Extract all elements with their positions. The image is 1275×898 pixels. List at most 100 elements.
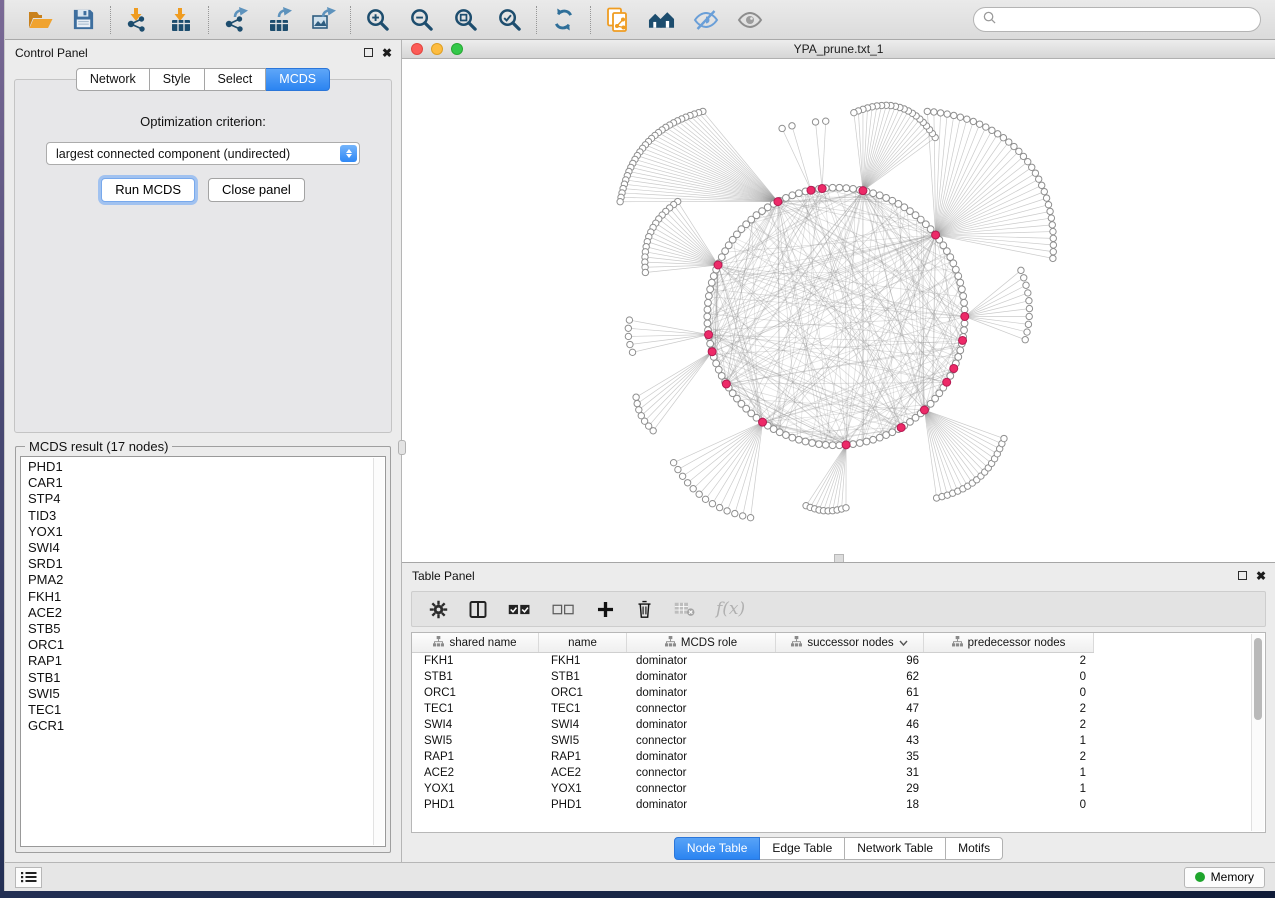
maximize-window-icon[interactable] <box>451 43 463 55</box>
mcds-result-item[interactable]: TEC1 <box>28 702 371 718</box>
minimize-window-icon[interactable] <box>431 43 443 55</box>
close-panel-button[interactable]: Close panel <box>208 178 305 202</box>
mcds-result-item[interactable]: GCR1 <box>28 718 371 734</box>
export-network-icon[interactable] <box>222 6 249 33</box>
optimization-label: Optimization criterion: <box>15 114 391 129</box>
hide-graphics-icon[interactable] <box>692 6 719 33</box>
tab-mcds[interactable]: MCDS <box>266 68 330 91</box>
table-cell: dominator <box>627 687 776 699</box>
tab-network-table[interactable]: Network Table <box>845 837 946 860</box>
table-row[interactable]: STB1STB1dominator620 <box>412 669 1265 685</box>
table-row[interactable]: SWI5SWI5connector431 <box>412 733 1265 749</box>
network-from-selection-icon[interactable] <box>604 6 631 33</box>
float-panel-icon[interactable] <box>364 48 373 57</box>
splitter-handle[interactable] <box>398 440 406 455</box>
zoom-fit-icon[interactable] <box>452 6 479 33</box>
export-table-icon[interactable] <box>266 6 293 33</box>
tab-edge-table[interactable]: Edge Table <box>760 837 845 860</box>
network-graph[interactable] <box>402 59 1275 562</box>
search-box[interactable] <box>973 7 1261 32</box>
session-home-icon[interactable] <box>648 6 675 33</box>
mcds-result-item[interactable]: PHD1 <box>28 459 371 475</box>
tab-motifs[interactable]: Motifs <box>946 837 1003 860</box>
list-icon <box>21 871 37 883</box>
task-history-button[interactable] <box>15 867 42 888</box>
tab-style[interactable]: Style <box>150 68 205 91</box>
tab-network[interactable]: Network <box>76 68 150 91</box>
table-row[interactable]: TEC1TEC1connector472 <box>412 701 1265 717</box>
mcds-result-item[interactable]: TID3 <box>28 508 371 524</box>
select-all-icon[interactable] <box>508 602 531 617</box>
search-input[interactable] <box>1002 13 1251 27</box>
mcds-result-item[interactable]: STP4 <box>28 491 371 507</box>
table-cell: 1 <box>924 735 1094 747</box>
column-header-shared-name[interactable]: shared name <box>412 633 539 652</box>
list-scrollbar[interactable] <box>373 458 384 845</box>
mcds-result-item[interactable]: FKH1 <box>28 589 371 605</box>
table-row[interactable]: RAP1RAP1dominator352 <box>412 749 1265 765</box>
table-row[interactable]: YOX1YOX1connector291 <box>412 781 1265 797</box>
table-row[interactable]: ACE2ACE2connector311 <box>412 765 1265 781</box>
save-session-icon[interactable] <box>70 6 97 33</box>
zoom-selected-icon[interactable] <box>496 6 523 33</box>
refresh-layout-icon[interactable] <box>550 6 577 33</box>
mcds-result-item[interactable]: STB1 <box>28 670 371 686</box>
toolbar-group <box>13 6 110 33</box>
mcds-result-list[interactable]: PHD1CAR1STP4TID3YOX1SWI4SRD1PMA2FKH1ACE2… <box>20 456 386 847</box>
table-cell: RAP1 <box>539 751 627 763</box>
table-scrollbar-thumb[interactable] <box>1254 638 1262 720</box>
close-table-panel-icon[interactable]: ✖ <box>1256 570 1266 582</box>
table-cell: 1 <box>924 783 1094 795</box>
table-cell: 2 <box>924 655 1094 667</box>
mcds-result-item[interactable]: ACE2 <box>28 605 371 621</box>
unselect-all-icon[interactable] <box>552 602 575 617</box>
close-window-icon[interactable] <box>411 43 423 55</box>
import-network-icon[interactable] <box>124 6 151 33</box>
float-table-panel-icon[interactable] <box>1238 571 1247 580</box>
birdseye-view-icon[interactable] <box>736 6 763 33</box>
zoom-in-icon[interactable] <box>364 6 391 33</box>
mcds-result-item[interactable]: SWI4 <box>28 540 371 556</box>
tree-icon <box>791 636 802 650</box>
table-row[interactable]: FKH1FKH1dominator962 <box>412 653 1265 669</box>
mcds-result-item[interactable]: YOX1 <box>28 524 371 540</box>
search-icon <box>983 11 996 29</box>
mcds-result-item[interactable]: PMA2 <box>28 572 371 588</box>
criterion-dropdown[interactable]: largest connected component (undirected) <box>46 142 360 165</box>
mcds-result-item[interactable]: RAP1 <box>28 653 371 669</box>
network-canvas[interactable] <box>402 59 1275 562</box>
mcds-result-legend: MCDS result (17 nodes) <box>25 439 172 454</box>
column-header-successor-nodes[interactable]: successor nodes <box>776 633 924 652</box>
table-row[interactable]: SWI4SWI4dominator462 <box>412 717 1265 733</box>
node-table: shared namenameMCDS rolesuccessor nodesp… <box>411 632 1266 833</box>
mcds-result-item[interactable]: CAR1 <box>28 475 371 491</box>
columns-icon[interactable] <box>469 600 487 619</box>
table-row[interactable]: ORC1ORC1dominator610 <box>412 685 1265 701</box>
memory-button[interactable]: Memory <box>1184 867 1265 888</box>
close-panel-icon[interactable]: ✖ <box>382 47 392 59</box>
table-scrollbar[interactable] <box>1251 634 1264 831</box>
canvas-splitter-handle[interactable] <box>834 554 844 562</box>
export-image-icon[interactable] <box>310 6 337 33</box>
import-table-icon[interactable] <box>168 6 195 33</box>
network-titlebar[interactable]: YPA_prune.txt_1 <box>402 40 1275 59</box>
mcds-result-item[interactable]: STB5 <box>28 621 371 637</box>
column-header-name[interactable]: name <box>539 633 627 652</box>
table-cell: ACE2 <box>412 767 539 779</box>
column-header-MCDS-role[interactable]: MCDS role <box>627 633 776 652</box>
tab-node-table[interactable]: Node Table <box>674 837 761 860</box>
table-row[interactable]: PHD1PHD1dominator180 <box>412 797 1265 813</box>
gear-icon[interactable] <box>429 600 448 619</box>
mcds-result-item[interactable]: ORC1 <box>28 637 371 653</box>
table-cell: 96 <box>776 655 924 667</box>
open-file-icon[interactable] <box>26 6 53 33</box>
mcds-result-item[interactable]: SRD1 <box>28 556 371 572</box>
zoom-out-icon[interactable] <box>408 6 435 33</box>
run-mcds-button[interactable]: Run MCDS <box>101 178 195 202</box>
mcds-result-item[interactable]: SWI5 <box>28 686 371 702</box>
delete-column-icon[interactable] <box>636 599 653 619</box>
table-cell: 31 <box>776 767 924 779</box>
add-column-icon[interactable] <box>596 600 615 619</box>
column-header-predecessor-nodes[interactable]: predecessor nodes <box>924 633 1094 652</box>
tab-select[interactable]: Select <box>205 68 267 91</box>
